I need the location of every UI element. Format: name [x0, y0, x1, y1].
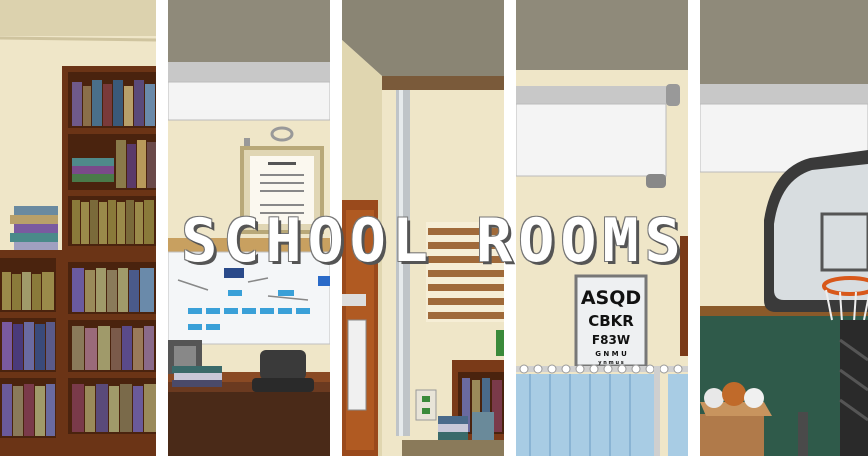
eye-chart-row-2: CBKR: [588, 312, 634, 330]
gym-panel: [700, 0, 868, 456]
school-rooms-banner: ASQD CBKR F83W G N M U y n m u s SCHOOL …: [0, 0, 868, 456]
eye-chart-row-3: F83W: [592, 333, 630, 347]
library-panel: [0, 0, 156, 456]
classroom-panel: [168, 0, 330, 456]
eye-chart-row-4: G N M U: [595, 350, 627, 358]
eye-chart-row-1: ASQD: [581, 287, 641, 309]
classroom-scene: [168, 0, 330, 456]
infirmary-scene: ASQD CBKR F83W G N M U y n m u s: [516, 0, 688, 456]
hallway-panel: [342, 0, 504, 456]
hallway-scene: [342, 0, 504, 456]
library-scene: [0, 0, 156, 456]
infirmary-panel: ASQD CBKR F83W G N M U y n m u s: [516, 0, 688, 456]
gym-scene: [700, 0, 868, 456]
